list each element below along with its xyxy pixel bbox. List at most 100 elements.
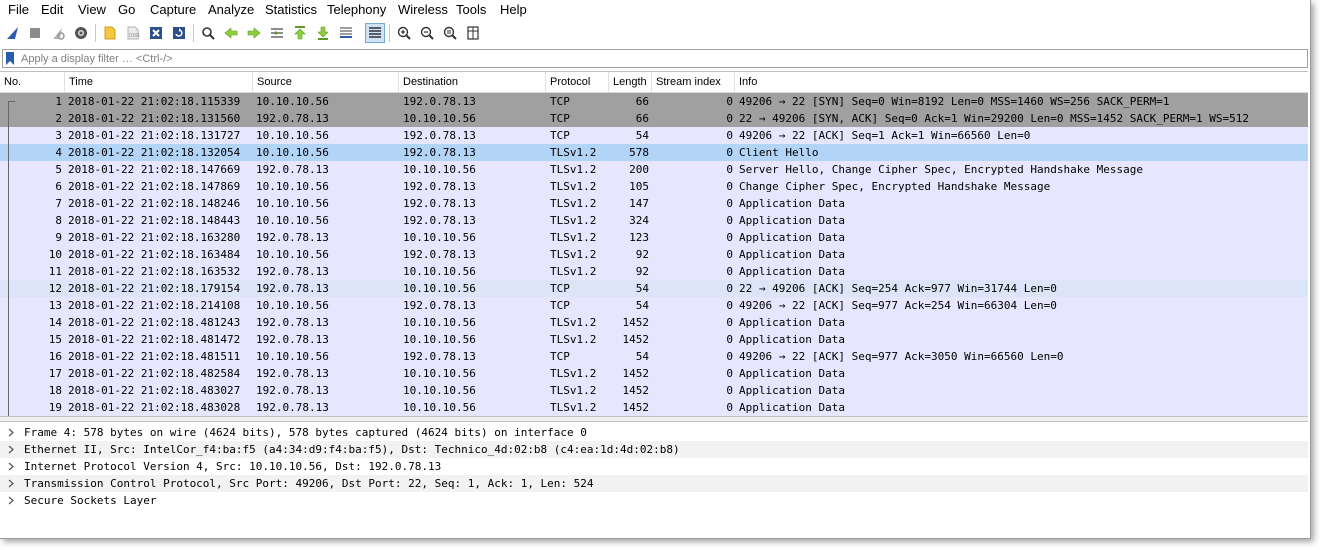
zoom-in-icon[interactable] [394,23,414,43]
close-file-icon[interactable] [146,23,166,43]
detail-row[interactable]: Ethernet II, Src: IntelCor_f4:ba:f5 (a4:… [0,441,1308,458]
cell-info: Application Data [739,367,845,380]
table-row[interactable]: 17 2018-01-22 21:02:18.482584 192.0.78.13 1… [0,365,1308,382]
table-row[interactable]: 10 2018-01-22 21:02:18.163484 10.10.10.56 1… [0,246,1308,263]
expand-chevron-icon[interactable] [6,475,16,492]
go-to-packet-icon[interactable] [267,23,287,43]
cell-proto: TLSv1.2 [550,197,597,210]
cell-src: 10.10.10.56 [256,146,329,159]
open-file-icon[interactable] [100,23,120,43]
table-row[interactable]: 8 2018-01-22 21:02:18.148443 10.10.10.56 19… [0,212,1308,229]
cell-no: 19 [48,401,62,414]
table-row[interactable]: 6 2018-01-22 21:02:18.147869 10.10.10.56 19… [0,178,1308,195]
go-forward-icon[interactable] [244,23,264,43]
go-first-icon[interactable] [290,23,310,43]
column-header-source[interactable]: Source [253,72,399,92]
column-header-length[interactable]: Length [609,72,652,92]
reload-file-icon[interactable] [169,23,189,43]
cell-time: 2018-01-22 21:02:18.163484 [68,248,241,261]
cell-stream: 0 [726,129,733,142]
column-header-no[interactable]: No. [0,72,65,92]
detail-row[interactable]: Secure Sockets Layer [0,492,1308,509]
cell-dst: 192.0.78.13 [403,129,476,142]
detail-row[interactable]: Internet Protocol Version 4, Src: 10.10.… [0,458,1308,475]
table-row[interactable]: 15 2018-01-22 21:02:18.481472 192.0.78.13 1… [0,331,1308,348]
cell-proto: TLSv1.2 [550,180,597,193]
cell-dst: 192.0.78.13 [403,197,476,210]
autoscroll-icon[interactable] [336,23,356,43]
cell-time: 2018-01-22 21:02:18.483027 [68,384,241,397]
zoom-out-icon[interactable] [417,23,437,43]
cell-src: 192.0.78.13 [256,401,329,414]
cell-dst: 10.10.10.56 [403,333,476,346]
menu-go[interactable]: Go [116,2,137,17]
menu-statistics[interactable]: Statistics [263,2,319,17]
stop-capture-icon[interactable] [25,23,45,43]
colorize-icon[interactable] [365,23,385,43]
display-filter-input[interactable] [21,51,1301,66]
cell-stream: 0 [726,95,733,108]
column-header-info[interactable]: Info [735,72,1308,92]
table-row[interactable]: 3 2018-01-22 21:02:18.131727 10.10.10.56 19… [0,127,1308,144]
cell-src: 10.10.10.56 [256,248,329,261]
cell-dst: 192.0.78.13 [403,214,476,227]
menu-view[interactable]: View [76,2,108,17]
bookmark-icon[interactable] [5,52,15,65]
cell-no: 8 [55,214,62,227]
cell-len: 105 [629,180,649,193]
cell-len: 1452 [622,333,650,346]
cell-stream: 0 [726,299,733,312]
column-header-stream-index[interactable]: Stream index [652,72,735,92]
cell-len: 92 [635,248,649,261]
detail-row[interactable]: Frame 4: 578 bytes on wire (4624 bits), … [0,424,1308,441]
wireshark-window: File Edit View Go Capture Analyze Statis… [0,0,1311,539]
table-row[interactable]: 1 2018-01-22 21:02:18.115339 10.10.10.56 19… [0,93,1308,111]
resize-columns-icon[interactable] [463,23,483,43]
expand-chevron-icon[interactable] [6,492,16,509]
table-row[interactable]: 19 2018-01-22 21:02:18.483028 192.0.78.13 1… [0,399,1308,416]
find-packet-icon[interactable] [198,23,218,43]
table-row[interactable]: 7 2018-01-22 21:02:18.148246 10.10.10.56 19… [0,195,1308,212]
expand-chevron-icon[interactable] [6,424,16,441]
save-file-icon[interactable]: 0101 [123,23,143,43]
menu-file[interactable]: File [6,2,31,17]
capture-options-icon[interactable] [71,23,91,43]
cell-info: 22 → 49206 [SYN, ACK] Seq=0 Ack=1 Win=29… [739,112,1249,125]
cell-time: 2018-01-22 21:02:18.163280 [68,231,241,244]
column-header-time[interactable]: Time [65,72,253,92]
expand-chevron-icon[interactable] [6,458,16,475]
column-header-destination[interactable]: Destination [399,72,546,92]
table-row[interactable]: 9 2018-01-22 21:02:18.163280 192.0.78.13 10… [0,229,1308,246]
cell-dst: 192.0.78.13 [403,248,476,261]
table-row[interactable]: 13 2018-01-22 21:02:18.214108 10.10.10.56 1… [0,297,1308,314]
column-header-protocol[interactable]: Protocol [546,72,609,92]
menu-wireless[interactable]: Wireless [396,2,450,17]
table-row[interactable]: 11 2018-01-22 21:02:18.163532 192.0.78.13 1… [0,263,1308,280]
table-row[interactable]: 12 2018-01-22 21:02:18.179154 192.0.78.13 1… [0,280,1308,297]
table-row[interactable]: 2 2018-01-22 21:02:18.131560 192.0.78.13 10… [0,110,1308,127]
cell-stream: 0 [726,333,733,346]
table-row[interactable]: 14 2018-01-22 21:02:18.481243 192.0.78.13 1… [0,314,1308,331]
menu-telephony[interactable]: Telephony [325,2,388,17]
expand-chevron-icon[interactable] [6,441,16,458]
go-back-icon[interactable] [221,23,241,43]
table-row[interactable]: 16 2018-01-22 21:02:18.481511 10.10.10.56 1… [0,348,1308,365]
menu-edit[interactable]: Edit [39,2,65,17]
cell-dst: 192.0.78.13 [403,146,476,159]
restart-capture-icon[interactable] [48,23,68,43]
go-last-icon[interactable] [313,23,333,43]
zoom-normal-icon[interactable] [440,23,460,43]
cell-proto: TLSv1.2 [550,401,597,414]
menu-tools[interactable]: Tools [454,2,488,17]
cell-info: 49206 → 22 [ACK] Seq=977 Ack=3050 Win=66… [739,350,1064,363]
menu-help[interactable]: Help [498,2,529,17]
menu-analyze[interactable]: Analyze [206,2,256,17]
menu-capture[interactable]: Capture [148,2,198,17]
detail-row[interactable]: Transmission Control Protocol, Src Port:… [0,475,1308,492]
cell-proto: TCP [550,299,570,312]
table-row[interactable]: 5 2018-01-22 21:02:18.147669 192.0.78.13 10… [0,161,1308,178]
shark-fin-start-icon[interactable] [3,23,23,43]
table-row[interactable]: 18 2018-01-22 21:02:18.483027 192.0.78.13 1… [0,382,1308,399]
table-row[interactable]: 4 2018-01-22 21:02:18.132054 10.10.10.56 19… [0,144,1308,161]
packet-list: No. Time Source Destination Protocol Len… [0,71,1308,417]
